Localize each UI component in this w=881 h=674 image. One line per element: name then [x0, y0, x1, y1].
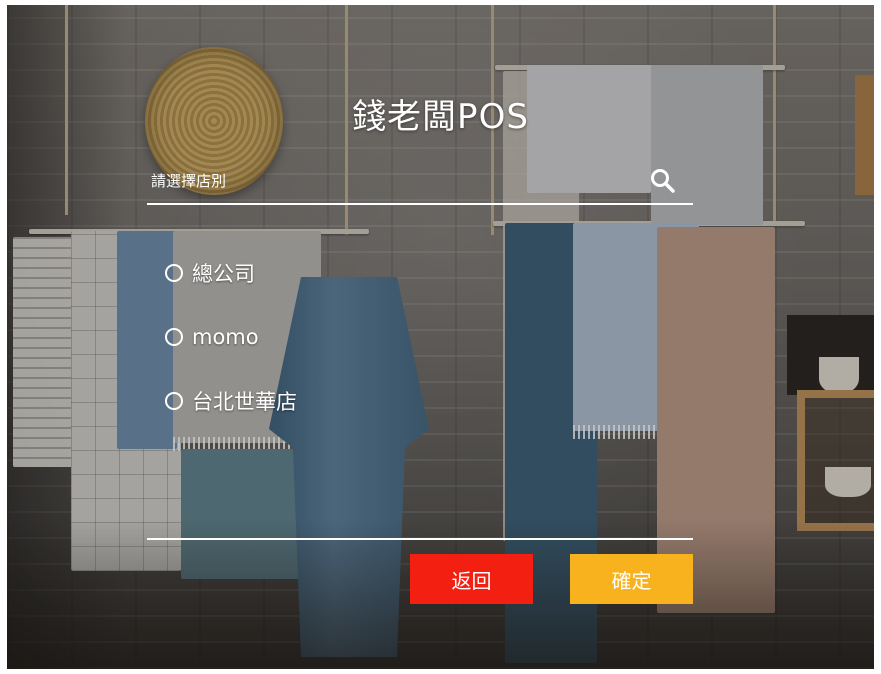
store-option-label: momo: [192, 325, 259, 349]
store-search: [147, 161, 693, 205]
search-button[interactable]: [647, 165, 679, 197]
app-title: 錢老闆POS: [352, 97, 529, 137]
store-search-input[interactable]: [149, 165, 633, 197]
store-option-label: 台北世華店: [192, 390, 297, 414]
store-option[interactable]: momo: [165, 305, 565, 369]
store-option[interactable]: 台北世華店: [165, 369, 565, 433]
radio-button-icon[interactable]: [165, 328, 183, 346]
store-option-label: 總公司: [192, 262, 255, 286]
confirm-button[interactable]: 確定: [570, 554, 693, 604]
search-icon: [651, 169, 675, 193]
bottom-divider: [147, 538, 693, 540]
radio-button-icon[interactable]: [165, 392, 183, 410]
store-select-screen: 錢老闆POS 總公司 momo 台北世華店 返回 確定: [7, 5, 874, 669]
radio-button-icon[interactable]: [165, 264, 183, 282]
store-list: 總公司 momo 台北世華店: [165, 241, 565, 433]
back-button[interactable]: 返回: [410, 554, 533, 604]
store-option[interactable]: 總公司: [165, 241, 565, 305]
